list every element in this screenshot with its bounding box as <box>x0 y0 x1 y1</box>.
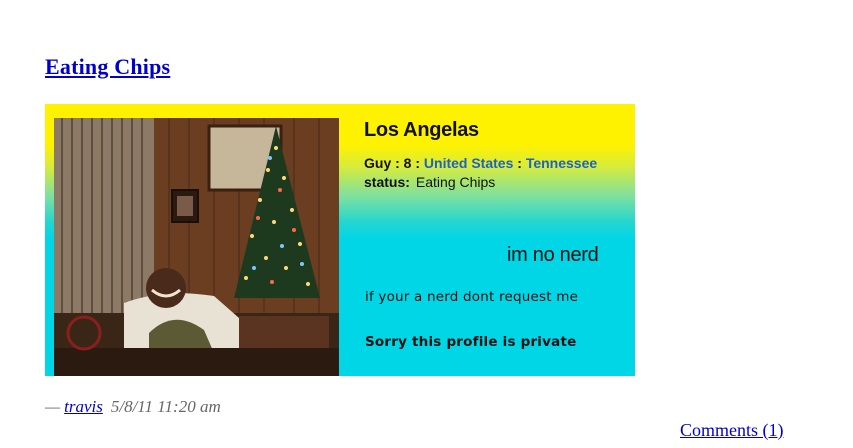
post-date: 5/8/11 11:20 am <box>110 397 221 416</box>
country-link[interactable]: United States <box>424 155 513 171</box>
post-title-link[interactable]: Eating Chips <box>45 54 170 80</box>
status-label: status: <box>364 174 410 190</box>
profile-about-text: if your a nerd dont request me <box>365 289 579 305</box>
status-value: Eating Chips <box>415 174 496 190</box>
location-separator: : <box>513 155 526 171</box>
profile-details: Guy : 8 : United States : Tennessee <box>364 155 597 171</box>
meta-dash: — <box>45 397 61 416</box>
profile-photo <box>54 118 339 376</box>
profile-status: status: Eating Chips <box>364 174 495 190</box>
comments-link[interactable]: Comments (1) <box>680 420 784 441</box>
author-link[interactable]: travis <box>64 397 103 416</box>
profile-card: Los Angelas Guy : 8 : United States : Te… <box>45 104 635 376</box>
gender-age-text: Guy : 8 : <box>364 155 424 171</box>
profile-headline: im no nerd <box>507 244 599 266</box>
private-profile-notice: Sorry this profile is private <box>365 334 577 350</box>
state-link[interactable]: Tennessee <box>526 155 597 171</box>
post-meta: — travis 5/8/11 11:20 am <box>45 397 221 417</box>
profile-name: Los Angelas <box>364 119 479 141</box>
